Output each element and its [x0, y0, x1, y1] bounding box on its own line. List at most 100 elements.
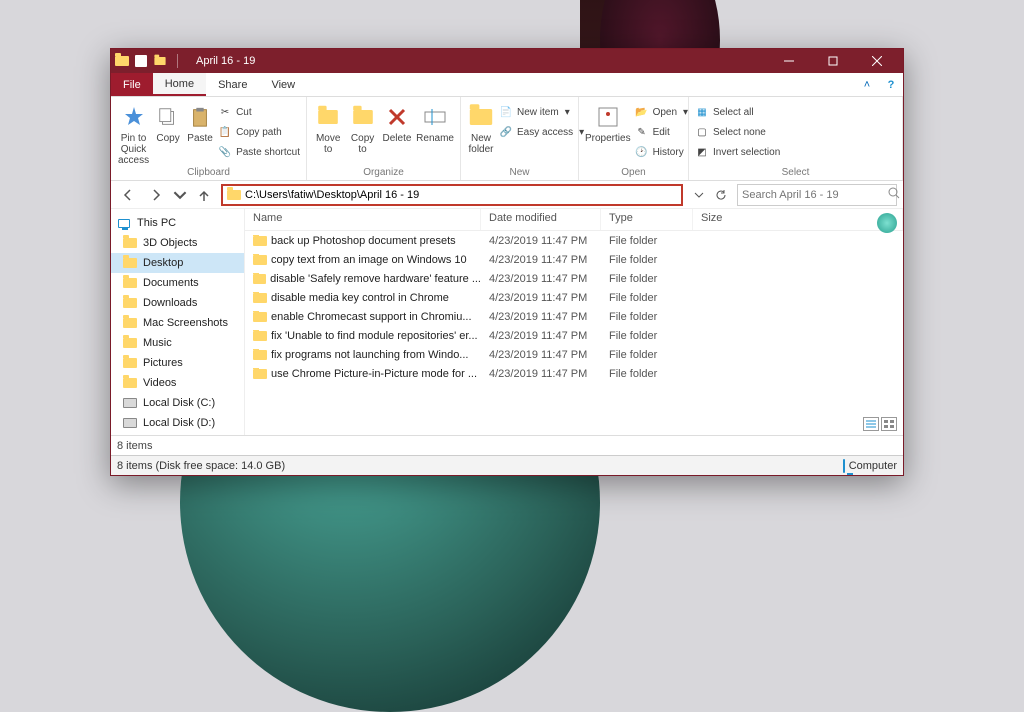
navigation-pane[interactable]: This PC 3D ObjectsDesktopDocumentsDownlo…: [111, 209, 245, 435]
navpane-item-label: Music: [143, 337, 172, 349]
file-type: File folder: [601, 330, 693, 342]
copy-path-button[interactable]: 📋Copy path: [218, 123, 300, 141]
file-date: 4/23/2019 11:47 PM: [481, 292, 601, 304]
file-name: fix 'Unable to find module repositories'…: [271, 330, 478, 342]
navpane-item-label: Videos: [143, 377, 176, 389]
group-label: New: [467, 167, 572, 178]
help-icon[interactable]: ?: [879, 73, 903, 96]
folder-icon: [253, 369, 267, 379]
titlebar[interactable]: April 16 - 19: [111, 49, 903, 73]
window-title: April 16 - 19: [196, 55, 255, 67]
column-date[interactable]: Date modified: [481, 209, 601, 230]
navpane-item[interactable]: Documents: [111, 273, 244, 293]
group-label: Organize: [313, 167, 454, 178]
folder-icon: [123, 237, 137, 249]
column-name[interactable]: Name: [245, 209, 481, 230]
file-row[interactable]: fix 'Unable to find module repositories'…: [245, 326, 903, 345]
select-none-button[interactable]: ▢Select none: [695, 123, 780, 141]
folder-icon: [123, 397, 137, 409]
close-button[interactable]: [855, 49, 899, 73]
file-row[interactable]: disable 'Safely remove hardware' feature…: [245, 269, 903, 288]
file-type: File folder: [601, 311, 693, 323]
group-label: Clipboard: [117, 167, 300, 178]
history-button[interactable]: 🕑History: [635, 143, 689, 161]
refresh-button[interactable]: [711, 185, 731, 205]
navpane-item[interactable]: Desktop: [111, 253, 244, 273]
delete-button[interactable]: Delete: [382, 101, 412, 144]
navpane-item[interactable]: Music: [111, 333, 244, 353]
group-label: Select: [695, 167, 896, 178]
column-headers[interactable]: Name Date modified Type Size: [245, 209, 903, 231]
navpane-item-label: Local Disk (C:): [143, 397, 215, 409]
navpane-item[interactable]: Mac Screenshots: [111, 313, 244, 333]
address-input[interactable]: [245, 189, 677, 201]
copy-to-button[interactable]: Copy to: [347, 101, 377, 155]
folder-icon: [253, 350, 267, 360]
details-view-button[interactable]: [863, 417, 879, 431]
qat-newfolder-icon[interactable]: [154, 57, 165, 65]
folder-icon: [123, 357, 137, 369]
file-row[interactable]: fix programs not launching from Windo...…: [245, 345, 903, 364]
file-row[interactable]: enable Chromecast support in Chromiu...4…: [245, 307, 903, 326]
recent-locations-button[interactable]: [173, 184, 187, 206]
status-bar: 8 items: [111, 435, 903, 455]
new-folder-button[interactable]: New folder: [467, 101, 495, 155]
file-date: 4/23/2019 11:47 PM: [481, 254, 601, 266]
navpane-item[interactable]: Local Disk (C:): [111, 393, 244, 413]
folder-icon: [227, 190, 241, 200]
copy-button[interactable]: Copy: [154, 101, 182, 144]
folder-icon: [123, 277, 137, 289]
minimize-button[interactable]: [767, 49, 811, 73]
file-type: File folder: [601, 254, 693, 266]
navpane-this-pc[interactable]: This PC: [111, 213, 244, 233]
search-icon: [888, 187, 900, 202]
home-tab[interactable]: Home: [153, 73, 206, 96]
address-bar[interactable]: [221, 184, 683, 206]
rename-button[interactable]: Rename: [416, 101, 454, 144]
file-type: File folder: [601, 368, 693, 380]
paste-button[interactable]: Paste: [186, 101, 214, 144]
navpane-item[interactable]: Videos: [111, 373, 244, 393]
paste-shortcut-button[interactable]: 📎Paste shortcut: [218, 143, 300, 161]
properties-button[interactable]: Properties: [585, 101, 631, 144]
view-tab[interactable]: View: [259, 73, 307, 96]
search-box[interactable]: [737, 184, 897, 206]
file-name: disable media key control in Chrome: [271, 292, 449, 304]
invert-selection-button[interactable]: ◩Invert selection: [695, 143, 780, 161]
new-item-button[interactable]: 📄New item▾: [499, 103, 584, 121]
file-row[interactable]: back up Photoshop document presets4/23/2…: [245, 231, 903, 250]
easy-access-button[interactable]: 🔗Easy access▾: [499, 123, 584, 141]
column-type[interactable]: Type: [601, 209, 693, 230]
open-button[interactable]: 📂Open▾: [635, 103, 689, 121]
ribbon-expand-icon[interactable]: ˄: [855, 73, 879, 96]
file-name: copy text from an image on Windows 10: [271, 254, 467, 266]
maximize-button[interactable]: [811, 49, 855, 73]
cut-button[interactable]: ✂Cut: [218, 103, 300, 121]
select-all-button[interactable]: ▦Select all: [695, 103, 780, 121]
file-row[interactable]: copy text from an image on Windows 10 4/2…: [245, 250, 903, 269]
pin-to-quick-access-button[interactable]: Pin to Quick access: [117, 101, 150, 166]
edit-button[interactable]: ✎Edit: [635, 123, 689, 141]
file-name: enable Chromecast support in Chromiu...: [271, 311, 472, 323]
back-button[interactable]: [117, 184, 139, 206]
column-size[interactable]: Size: [693, 209, 903, 230]
file-row[interactable]: disable media key control in Chrome 4/23/…: [245, 288, 903, 307]
qat-properties-icon[interactable]: [135, 55, 147, 67]
file-date: 4/23/2019 11:47 PM: [481, 273, 601, 285]
share-tab[interactable]: Share: [206, 73, 259, 96]
navpane-item[interactable]: Downloads: [111, 293, 244, 313]
navpane-item[interactable]: Local Disk (D:): [111, 413, 244, 433]
navpane-item[interactable]: 3D Objects: [111, 233, 244, 253]
folder-icon: [123, 377, 137, 389]
address-dropdown-button[interactable]: [689, 185, 709, 205]
move-to-button[interactable]: Move to: [313, 101, 343, 155]
file-tab[interactable]: File: [111, 73, 153, 96]
folder-icon: [123, 417, 137, 429]
up-button[interactable]: [193, 184, 215, 206]
file-row[interactable]: use Chrome Picture-in-Picture mode for .…: [245, 364, 903, 383]
icons-view-button[interactable]: [881, 417, 897, 431]
navpane-item[interactable]: Pictures: [111, 353, 244, 373]
divider: [177, 54, 178, 68]
search-input[interactable]: [742, 189, 884, 201]
forward-button[interactable]: [145, 184, 167, 206]
